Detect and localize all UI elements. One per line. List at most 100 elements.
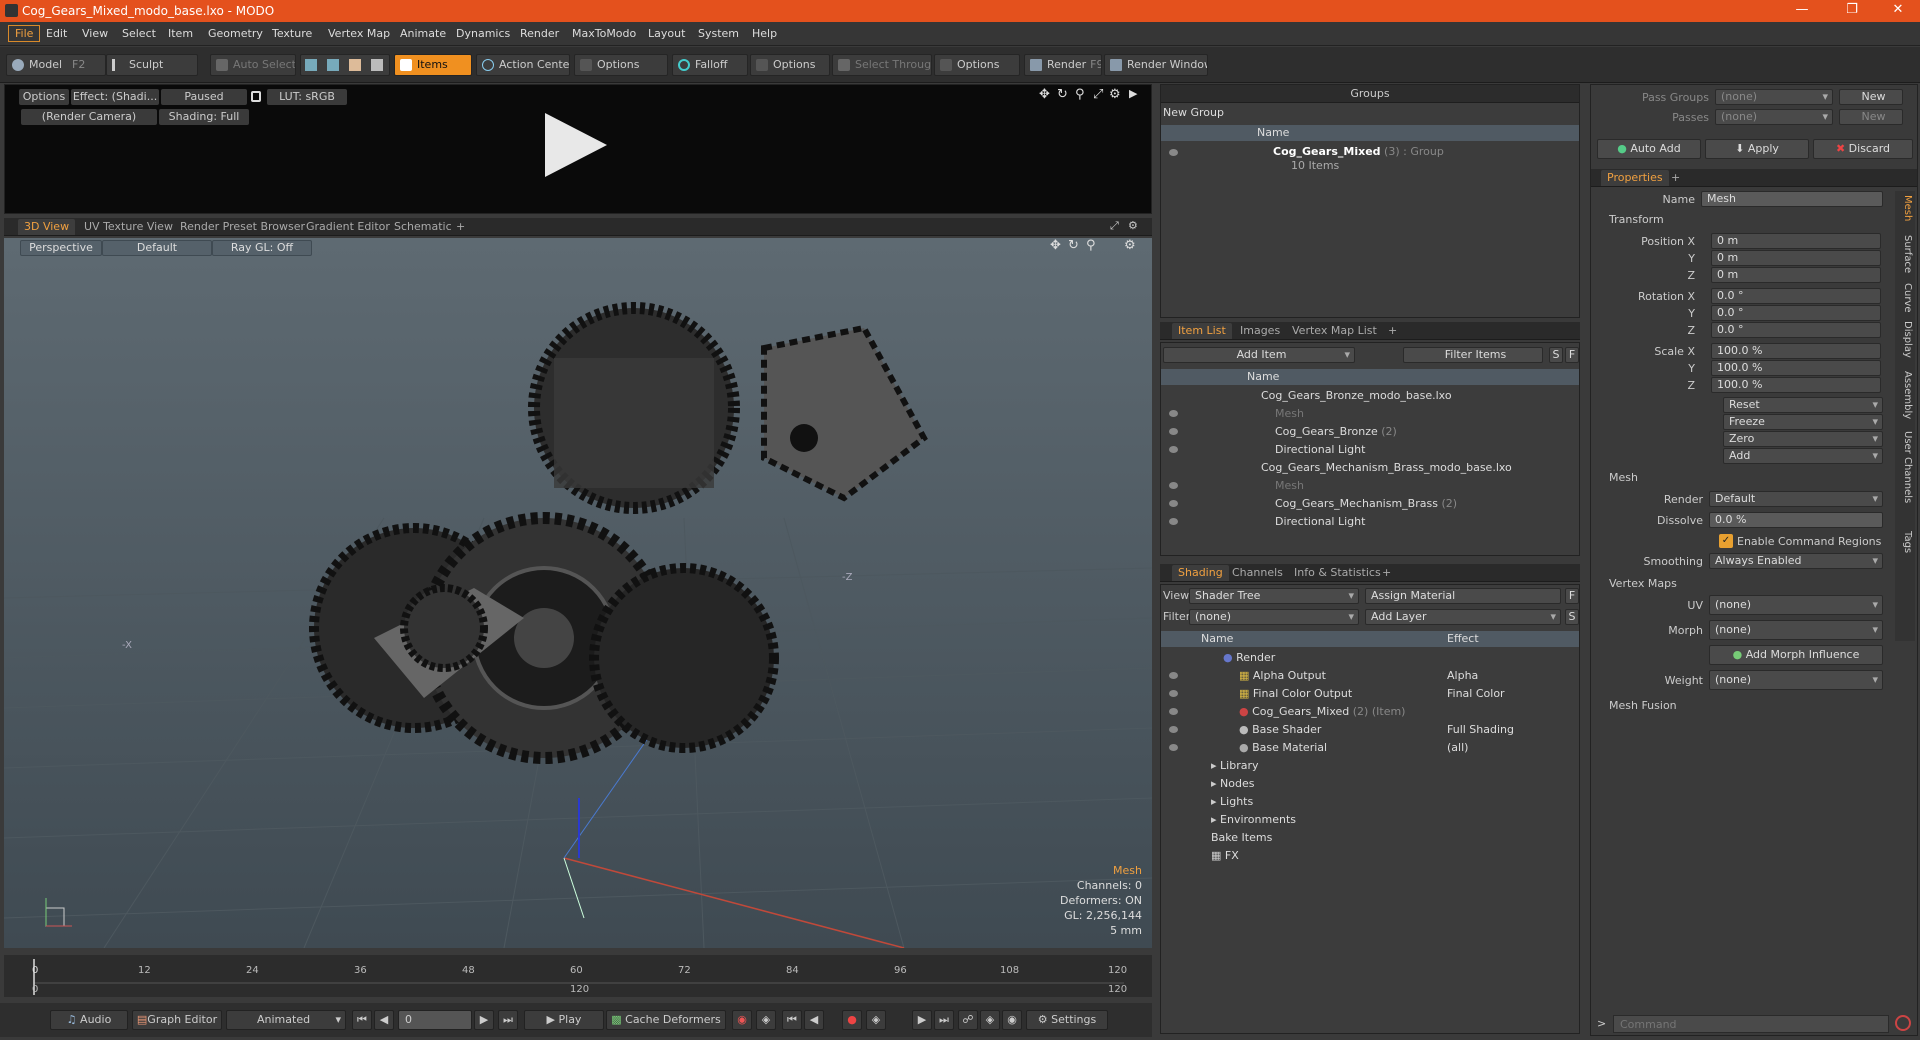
- maximize-icon[interactable]: ❐: [1834, 2, 1870, 17]
- minimize-icon[interactable]: —: [1784, 2, 1820, 17]
- eye-icon[interactable]: [1169, 500, 1178, 507]
- tab-schematic[interactable]: Schematic: [388, 219, 458, 235]
- action-center-button[interactable]: Action Center: [476, 54, 570, 76]
- smoothing-dropdown[interactable]: Always Enabled: [1709, 553, 1883, 569]
- rotation-y-input[interactable]: 0.0 °: [1711, 305, 1881, 321]
- options-button-2[interactable]: Options: [750, 54, 830, 76]
- item-row[interactable]: Mesh: [1161, 405, 1579, 423]
- menu-texture[interactable]: Texture: [272, 27, 312, 40]
- enable-command-regions-checkbox[interactable]: ✓: [1719, 534, 1733, 548]
- side-tab-user-channels[interactable]: User Channels: [1897, 431, 1913, 503]
- play-button[interactable]: ▶ Play: [524, 1010, 604, 1030]
- preview-paused-button[interactable]: Paused: [161, 89, 247, 105]
- render-preview[interactable]: Options Effect: (Shadi... Paused LUT: sR…: [4, 84, 1152, 214]
- add-item-dropdown[interactable]: Add Item: [1163, 347, 1355, 363]
- freeze-dropdown[interactable]: Freeze: [1723, 414, 1883, 430]
- tab-uv-texture-view[interactable]: UV Texture View: [78, 219, 179, 235]
- s-toggle[interactable]: S: [1549, 347, 1563, 363]
- menu-layout[interactable]: Layout: [648, 27, 685, 40]
- eye-icon[interactable]: [1169, 149, 1178, 156]
- shader-row[interactable]: ▦ Final Color Output Final Color: [1161, 685, 1579, 703]
- eye-icon[interactable]: [1169, 726, 1178, 733]
- record-auto-icon[interactable]: ◉: [732, 1010, 752, 1030]
- add-tab-icon[interactable]: +: [450, 219, 471, 235]
- tab-gradient-editor[interactable]: Gradient Editor: [300, 219, 396, 235]
- tab-shading[interactable]: Shading: [1172, 565, 1229, 581]
- preview-options-button[interactable]: Options: [19, 89, 69, 105]
- auto-add-button[interactable]: ● Auto Add: [1597, 139, 1701, 159]
- 3d-viewport[interactable]: Perspective Default Ray GL: Off ✥ ↻ ⚲ ⚙: [4, 238, 1152, 948]
- move-icon[interactable]: ✥: [1039, 87, 1050, 102]
- shader-row[interactable]: ▸ Lights: [1161, 793, 1579, 811]
- close-icon[interactable]: ✕: [1880, 2, 1916, 17]
- next-key-icon[interactable]: ▶: [474, 1010, 494, 1030]
- render-window-button[interactable]: Render Window: [1104, 54, 1208, 76]
- menu-select[interactable]: Select: [122, 27, 156, 40]
- auto-select-button[interactable]: Auto Select: [210, 54, 296, 76]
- dissolve-input[interactable]: 0.0 %: [1709, 512, 1883, 528]
- menu-view[interactable]: View: [82, 27, 108, 40]
- scale-y-input[interactable]: 100.0 %: [1711, 360, 1881, 376]
- go-end-icon[interactable]: ⏭: [498, 1010, 518, 1030]
- tab-render-preset-browser[interactable]: Render Preset Browser: [174, 219, 311, 235]
- side-tab-display[interactable]: Display: [1897, 321, 1913, 358]
- gear-icon[interactable]: ⚙: [1128, 219, 1138, 232]
- new-pass-button[interactable]: New: [1839, 109, 1903, 125]
- shader-row[interactable]: ▸ Library: [1161, 757, 1579, 775]
- reset-dropdown[interactable]: Reset: [1723, 397, 1883, 413]
- menu-edit[interactable]: Edit: [46, 27, 67, 40]
- eye-icon[interactable]: [1169, 744, 1178, 751]
- add-tab-icon[interactable]: +: [1665, 170, 1686, 186]
- tab-item-list[interactable]: Item List: [1172, 323, 1232, 339]
- eye-icon[interactable]: [1169, 690, 1178, 697]
- eye-icon[interactable]: [1169, 410, 1178, 417]
- side-tab-assembly[interactable]: Assembly: [1897, 371, 1913, 419]
- graph-editor-button[interactable]: ▤Graph Editor: [132, 1010, 222, 1030]
- edges-icon[interactable]: [327, 59, 339, 71]
- passes-dropdown[interactable]: (none): [1715, 109, 1833, 125]
- key-filter-icon[interactable]: ◈: [866, 1010, 886, 1030]
- eye-icon[interactable]: [1169, 708, 1178, 715]
- menu-file[interactable]: File: [8, 25, 41, 42]
- frame-input[interactable]: 0: [398, 1010, 472, 1030]
- item-row[interactable]: Cog_Gears_Mechanism_Brass_modo_base.lxo: [1161, 459, 1579, 477]
- new-group-button[interactable]: New Group: [1161, 105, 1579, 121]
- menu-dynamics[interactable]: Dynamics: [456, 27, 510, 40]
- menu-vertex-map[interactable]: Vertex Map: [328, 27, 390, 40]
- scale-z-input[interactable]: 100.0 %: [1711, 377, 1881, 393]
- select-through-button[interactable]: Select Through: [832, 54, 932, 76]
- options-button-3[interactable]: Options: [934, 54, 1020, 76]
- audio-button[interactable]: ♫ Audio: [50, 1010, 128, 1030]
- settings-button[interactable]: ⚙ Settings: [1026, 1010, 1108, 1030]
- prev-key-icon[interactable]: ◀: [374, 1010, 394, 1030]
- gear-icon[interactable]: ⚙: [1109, 87, 1121, 102]
- materials-icon[interactable]: [371, 59, 383, 71]
- command-stop-icon[interactable]: [1895, 1015, 1911, 1031]
- tab-properties[interactable]: Properties: [1601, 170, 1669, 186]
- zoom-icon[interactable]: ⚲: [1075, 87, 1085, 102]
- tab-images[interactable]: Images: [1234, 323, 1286, 339]
- menu-animate[interactable]: Animate: [400, 27, 446, 40]
- shader-row[interactable]: Bake Items: [1161, 829, 1579, 847]
- viewport-scene[interactable]: -X -Z: [4, 238, 1152, 948]
- f-toggle[interactable]: F: [1565, 588, 1579, 604]
- options-button-1[interactable]: Options: [574, 54, 668, 76]
- item-row[interactable]: Directional Light: [1161, 441, 1579, 459]
- apply-button[interactable]: ⬇ Apply: [1705, 139, 1809, 159]
- add-morph-influence-button[interactable]: ● Add Morph Influence: [1709, 645, 1883, 665]
- view-dropdown[interactable]: Shader Tree: [1189, 588, 1359, 604]
- expand-icon[interactable]: ⤢: [1110, 219, 1119, 233]
- menu-render[interactable]: Render: [520, 27, 559, 40]
- render-dropdown[interactable]: Default: [1709, 491, 1883, 507]
- add-tab-icon[interactable]: +: [1376, 565, 1397, 581]
- discard-button[interactable]: ✖ Discard: [1813, 139, 1913, 159]
- go-start-icon[interactable]: ⏮: [352, 1010, 372, 1030]
- tab-channels[interactable]: Channels: [1226, 565, 1289, 581]
- shader-row[interactable]: ▦ Alpha Output Alpha: [1161, 667, 1579, 685]
- zero-dropdown[interactable]: Zero: [1723, 431, 1883, 447]
- tab-vertex-map-list[interactable]: Vertex Map List: [1286, 323, 1383, 339]
- add-tab-icon[interactable]: +: [1382, 323, 1403, 339]
- side-tab-mesh[interactable]: Mesh: [1897, 195, 1913, 221]
- shader-row[interactable]: ● Cog_Gears_Mixed (2) (Item): [1161, 703, 1579, 721]
- key-icon[interactable]: ◈: [756, 1010, 776, 1030]
